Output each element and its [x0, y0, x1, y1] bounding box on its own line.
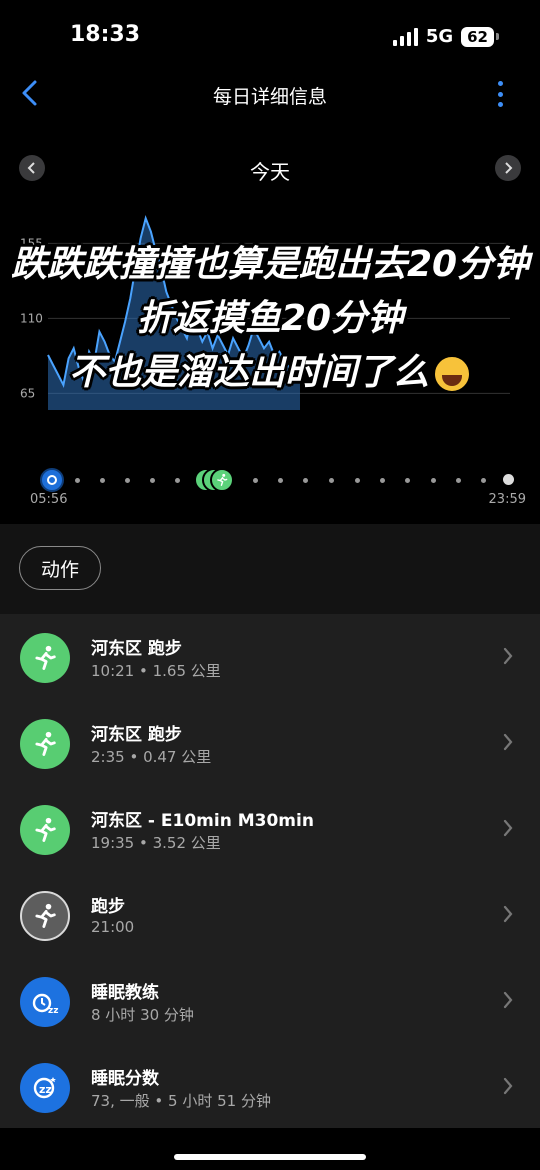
- activity-list: 河东区 跑步 10:21 • 1.65 公里 河东区 跑步 2:35 • 0.47 公…: [0, 614, 540, 1128]
- timeline-dot: [456, 478, 461, 483]
- sleep-score-icon: zz: [20, 1063, 70, 1113]
- activity-item[interactable]: 河东区 - E10min M30min 19:35 • 3.52 公里: [0, 786, 540, 872]
- battery-icon: 62: [461, 26, 499, 47]
- timeline-end-marker: [503, 474, 514, 485]
- activity-subtitle: 73, 一般 • 5 小时 51 分钟: [91, 1092, 271, 1110]
- caption-line-3: 不也是溜达出时间了么: [68, 352, 429, 393]
- day-label: 今天: [250, 160, 290, 184]
- timeline-dot: [75, 478, 80, 483]
- day-selector: 今天: [0, 152, 540, 184]
- signal-icon: [392, 27, 418, 46]
- timeline-start-time: 05:56: [30, 492, 68, 507]
- timeline-dot: [150, 478, 155, 483]
- activity-subtitle: 21:00: [91, 918, 135, 936]
- nav-bar: 每日详细信息: [0, 72, 540, 118]
- timeline-dot: [380, 478, 385, 483]
- activity-subtitle: 19:35 • 3.52 公里: [91, 834, 221, 852]
- chevron-right-icon: [503, 1077, 513, 1095]
- timeline-dot: [329, 478, 334, 483]
- activity-title: 河东区 跑步: [91, 639, 182, 659]
- page-title: 每日详细信息: [212, 86, 327, 108]
- timeline-dot: [278, 478, 283, 483]
- running-icon: [20, 719, 70, 769]
- timeline-dot: [355, 478, 360, 483]
- chevron-right-icon: [503, 991, 513, 1009]
- timeline-dot: [253, 478, 258, 483]
- timeline-dot: [405, 478, 410, 483]
- activity-item[interactable]: 河东区 跑步 2:35 • 0.47 公里: [0, 700, 540, 786]
- timeline-dot: [175, 478, 180, 483]
- status-bar: 18:33 5G 62: [0, 0, 540, 72]
- activity-item[interactable]: 河东区 跑步 10:21 • 1.65 公里: [0, 614, 540, 700]
- next-day-button[interactable]: [495, 155, 521, 181]
- activity-title: 河东区 - E10min M30min: [91, 811, 314, 831]
- sleep-coach-icon: zz: [20, 977, 70, 1027]
- svg-text:zz: zz: [48, 1006, 58, 1016]
- caption-line-3-wrap: 不也是溜达出时间了么: [0, 346, 540, 400]
- activity-timeline[interactable]: 05:56 23:59: [0, 466, 540, 514]
- activity-subtitle: 2:35 • 0.47 公里: [91, 748, 212, 766]
- chevron-right-icon: [505, 162, 513, 174]
- running-icon: [210, 468, 234, 492]
- actions-section: 动作: [0, 524, 540, 614]
- activity-title: 睡眠分数: [91, 1069, 159, 1089]
- chevron-right-icon: [503, 733, 513, 751]
- timeline-dot: [431, 478, 436, 483]
- timeline-dot: [100, 478, 105, 483]
- chevron-right-icon: [503, 647, 513, 665]
- activity-item[interactable]: zz 睡眠分数 73, 一般 • 5 小时 51 分钟: [0, 1044, 540, 1130]
- chevron-right-icon: [503, 819, 513, 837]
- overlay-caption: 跌跌跌撞撞也算是跑出去20分钟 折返摸鱼20分钟 不也是溜达出时间了么: [0, 238, 540, 400]
- home-indicator: [174, 1154, 366, 1160]
- activity-subtitle: 8 小时 30 分钟: [91, 1006, 194, 1024]
- network-type: 5G: [425, 26, 454, 47]
- more-menu-icon[interactable]: [498, 81, 504, 107]
- activity-item[interactable]: 跑步 21:00: [0, 872, 540, 958]
- timeline-end-time: 23:59: [488, 492, 526, 507]
- timeline-dots: [75, 478, 500, 484]
- status-indicators: 5G 62: [392, 26, 499, 47]
- running-icon: [20, 891, 70, 941]
- svg-text:zz: zz: [39, 1083, 52, 1096]
- running-group-marker[interactable]: [194, 468, 236, 494]
- laughing-emoji-icon: [433, 355, 471, 393]
- activity-title: 河东区 跑步: [91, 725, 182, 745]
- caption-line-1: 跌跌跌撞撞也算是跑出去20分钟: [10, 244, 530, 285]
- status-time: 18:33: [70, 22, 141, 47]
- activity-title: 跑步: [91, 897, 125, 917]
- activity-title: 睡眠教练: [91, 983, 159, 1003]
- caption-line-2: 折返摸鱼20分钟: [136, 298, 404, 339]
- running-icon: [20, 633, 70, 683]
- running-icon: [20, 805, 70, 855]
- chevron-right-icon: [503, 905, 513, 923]
- activity-subtitle: 10:21 • 1.65 公里: [91, 662, 221, 680]
- timeline-dot: [125, 478, 130, 483]
- timeline-dot: [481, 478, 486, 483]
- clock-icon[interactable]: [40, 468, 64, 492]
- actions-filter-chip[interactable]: 动作: [19, 546, 101, 590]
- activity-item[interactable]: zz 睡眠教练 8 小时 30 分钟: [0, 958, 540, 1044]
- timeline-dot: [303, 478, 308, 483]
